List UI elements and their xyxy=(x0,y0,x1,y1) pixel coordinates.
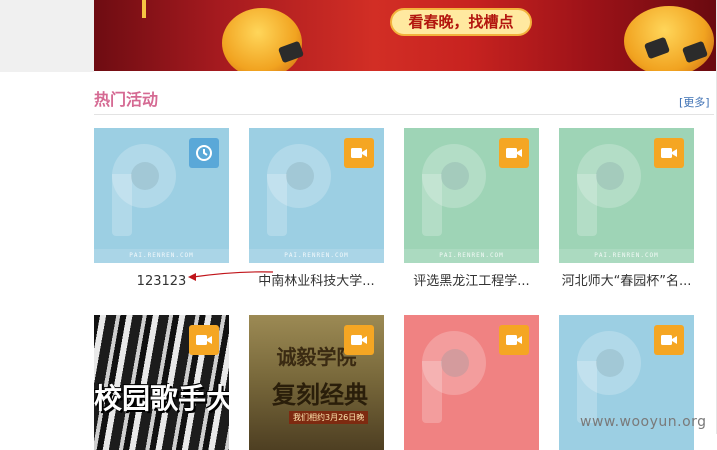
thumb-footer: PAI.RENREN.COM xyxy=(559,249,694,263)
left-panel xyxy=(0,0,94,72)
thumb-footer: PAI.RENREN.COM xyxy=(249,249,384,263)
video-camera-icon xyxy=(654,325,684,355)
video-camera-icon xyxy=(344,138,374,168)
activity-card-2[interactable]: PAI.RENREN.COM xyxy=(249,128,384,263)
banner-caption: 看春晚，找槽点 xyxy=(390,8,532,36)
section-title: 热门活动 xyxy=(94,90,159,109)
activity-card-7[interactable] xyxy=(404,315,539,450)
section-divider xyxy=(94,114,714,115)
video-camera-icon xyxy=(189,325,219,355)
spring-festival-banner[interactable]: 看春晚，找槽点 xyxy=(94,0,716,71)
video-camera-icon xyxy=(654,138,684,168)
annotation-arrow xyxy=(188,271,274,281)
video-camera-icon xyxy=(499,325,529,355)
activity-card-3[interactable]: PAI.RENREN.COM xyxy=(404,128,539,263)
poster-text-main: 复刻经典 xyxy=(272,380,368,409)
clock-icon xyxy=(189,138,219,168)
video-camera-icon xyxy=(499,138,529,168)
watermark: www.wooyun.org xyxy=(580,414,707,430)
video-camera-icon xyxy=(344,325,374,355)
poster-text: 校园歌手大赛 xyxy=(94,382,229,415)
fortune-pot-right xyxy=(624,6,714,71)
fortune-pot-left xyxy=(222,8,302,71)
activity-title-4[interactable]: 河北师大“春园杯”名... xyxy=(559,274,694,290)
more-link[interactable]: [更多] xyxy=(679,96,710,110)
thumb-footer: PAI.RENREN.COM xyxy=(94,249,229,263)
lantern-decoration xyxy=(142,0,146,18)
activity-card-4[interactable]: PAI.RENREN.COM xyxy=(559,128,694,263)
thumb-footer: PAI.RENREN.COM xyxy=(404,249,539,263)
activity-card-5[interactable]: 校园歌手大赛 xyxy=(94,315,229,450)
activity-title-3[interactable]: 评选黑龙江工程学... xyxy=(404,274,539,290)
poster-text-date: 我们相约3月26日晚 xyxy=(289,411,369,424)
activity-card-6[interactable]: 诚毅学院 复刻经典 我们相约3月26日晚 xyxy=(249,315,384,450)
activity-card-1[interactable]: PAI.RENREN.COM xyxy=(94,128,229,263)
